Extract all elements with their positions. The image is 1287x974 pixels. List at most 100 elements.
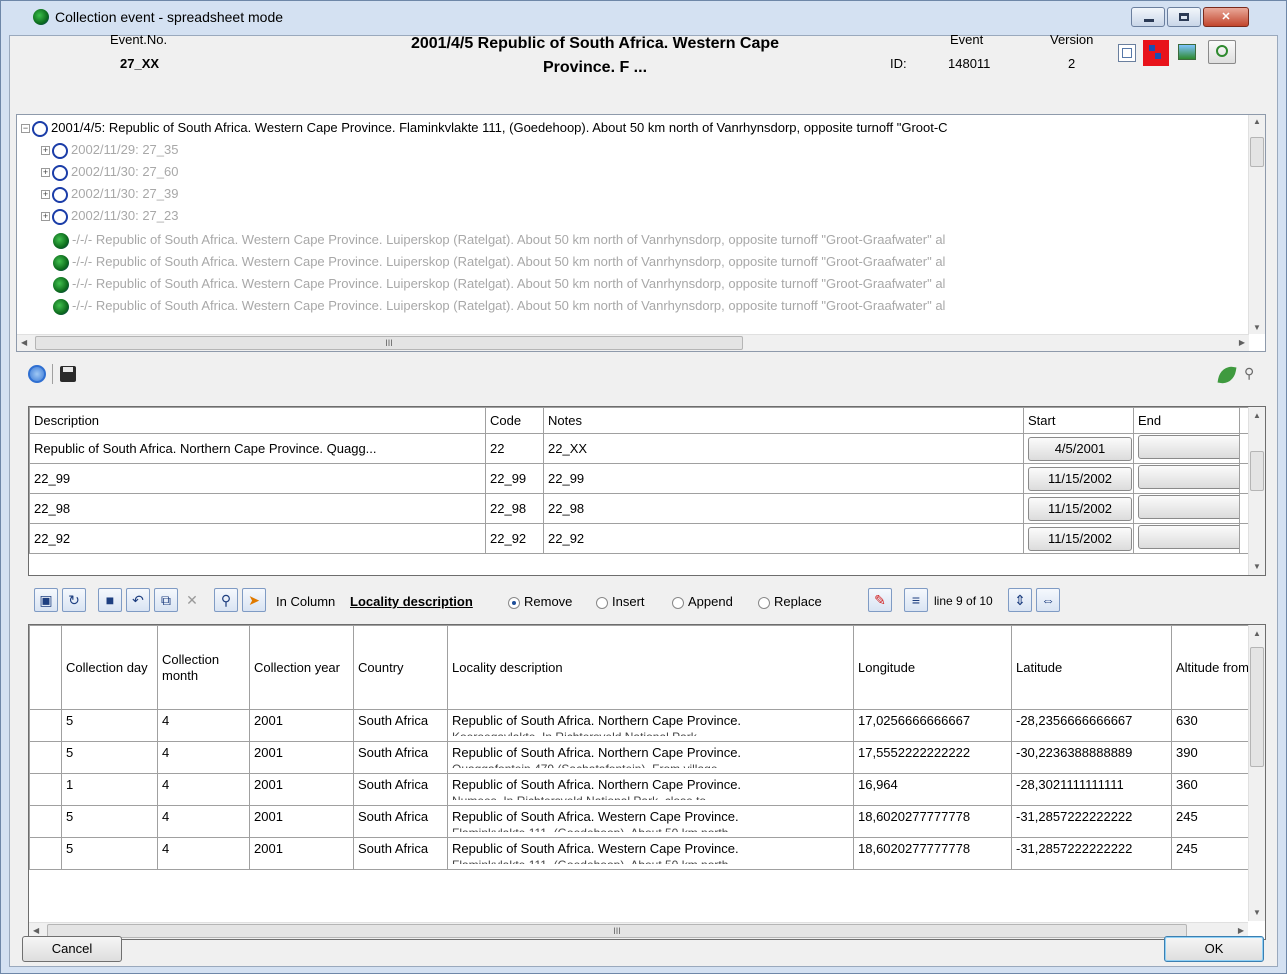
cell-latitude[interactable]: -31,2857222222222	[1011, 837, 1172, 870]
col-collection-day[interactable]: Collection day	[61, 625, 158, 710]
cell-locality[interactable]: Republic of South Africa. Northern Cape …	[447, 773, 854, 806]
cell-notes[interactable]: 22_92	[543, 523, 1024, 554]
cell-locality[interactable]: Republic of South Africa. Northern Cape …	[447, 709, 854, 742]
col-notes[interactable]: Notes	[543, 407, 1024, 434]
start-date-button[interactable]: 11/15/2002	[1028, 466, 1132, 491]
cell-country[interactable]: South Africa	[353, 837, 448, 870]
spreadsheet-horizontal-scrollbar[interactable]: ◀ III ▶	[29, 922, 1248, 939]
scroll-thumb[interactable]	[1250, 451, 1264, 491]
save-all-icon[interactable]: ▣	[34, 588, 58, 612]
tree-child[interactable]: +2002/11/29: 27_35	[41, 139, 178, 161]
cell-start[interactable]: 4/5/2001	[1023, 433, 1134, 464]
cell-latitude[interactable]: -30,2236388888889	[1011, 741, 1172, 774]
row-height-icon[interactable]: ⇕	[1008, 588, 1032, 612]
scroll-right-icon[interactable]: ▶	[1239, 338, 1245, 347]
cell-locality[interactable]: Republic of South Africa. Northern Cape …	[447, 741, 854, 774]
col-description[interactable]: Description	[29, 407, 486, 434]
table-row[interactable]: 22_99 22_99 22_99 11/15/2002	[29, 463, 1250, 494]
scroll-down-icon[interactable]: ▼	[1253, 562, 1261, 571]
tree-child[interactable]: +2002/11/30: 27_39	[41, 183, 178, 205]
radio-insert[interactable]: Insert	[596, 594, 645, 609]
cell-locality[interactable]: Republic of South Africa. Western Cape P…	[447, 805, 854, 838]
cell-year[interactable]: 2001	[249, 709, 354, 742]
table-row[interactable]: Republic of South Africa. Northern Cape …	[29, 433, 1250, 464]
cell-longitude[interactable]: 18,6020277777778	[853, 837, 1012, 870]
scroll-down-icon[interactable]: ▼	[1253, 908, 1261, 917]
cell-day[interactable]: 5	[61, 741, 158, 774]
expand-icon[interactable]: +	[41, 212, 50, 222]
col-latitude[interactable]: Latitude	[1011, 625, 1172, 710]
scroll-thumb[interactable]	[1250, 647, 1264, 767]
expand-icon[interactable]: +	[41, 146, 50, 156]
cell-latitude[interactable]: -31,2857222222222	[1011, 805, 1172, 838]
end-date-button[interactable]	[1138, 465, 1239, 489]
cell-year[interactable]: 2001	[249, 805, 354, 838]
table-row[interactable]: 22_98 22_98 22_98 11/15/2002	[29, 493, 1250, 524]
cell-code[interactable]: 22_99	[485, 463, 544, 494]
col-longitude[interactable]: Longitude	[853, 625, 1012, 710]
row-header[interactable]	[29, 709, 62, 742]
tree-leaf[interactable]: -/-/- Republic of South Africa. Western …	[53, 251, 945, 273]
cell-code[interactable]: 22	[485, 433, 544, 464]
end-date-button[interactable]	[1138, 435, 1239, 459]
scroll-thumb[interactable]: III	[35, 336, 743, 350]
cell-end[interactable]	[1133, 433, 1240, 464]
table-view-icon[interactable]	[1118, 44, 1136, 62]
cell-month[interactable]: 4	[157, 805, 250, 838]
end-date-button[interactable]	[1138, 495, 1239, 519]
table-row[interactable]: 22_92 22_92 22_92 11/15/2002	[29, 523, 1250, 554]
scroll-left-icon[interactable]: ◀	[33, 926, 39, 935]
radio-replace[interactable]: Replace	[758, 594, 822, 609]
event-tree[interactable]: −2001/4/5: Republic of South Africa. Wes…	[16, 114, 1266, 352]
table-row[interactable]: 5 4 2001 South Africa Republic of South …	[29, 805, 1265, 838]
scroll-down-icon[interactable]: ▼	[1253, 323, 1261, 332]
spreadsheet-vertical-scrollbar[interactable]: ▲ ▼	[1248, 625, 1265, 921]
scroll-thumb[interactable]	[1250, 137, 1264, 167]
col-country[interactable]: Country	[353, 625, 448, 710]
cell-longitude[interactable]: 18,6020277777778	[853, 805, 1012, 838]
col-collection-month[interactable]: Collection month	[157, 625, 250, 710]
cell-start[interactable]: 11/15/2002	[1023, 493, 1134, 524]
cell-description[interactable]: Republic of South Africa. Northern Cape …	[29, 433, 486, 464]
scroll-up-icon[interactable]: ▲	[1253, 629, 1261, 638]
cell-month[interactable]: 4	[157, 837, 250, 870]
cell-country[interactable]: South Africa	[353, 709, 448, 742]
tree-leaf[interactable]: -/-/- Republic of South Africa. Western …	[53, 273, 945, 295]
col-collection-year[interactable]: Collection year	[249, 625, 354, 710]
leaf-icon[interactable]	[1217, 364, 1237, 386]
image-icon[interactable]	[1178, 44, 1196, 60]
cell-end[interactable]	[1133, 493, 1240, 524]
delete-icon[interactable]: ✕	[180, 588, 204, 612]
cell-longitude[interactable]: 17,5552222222222	[853, 741, 1012, 774]
row-position-icon[interactable]: ≡	[904, 588, 928, 612]
cell-end[interactable]	[1133, 463, 1240, 494]
export-icon[interactable]: ➤	[242, 588, 266, 612]
col-code[interactable]: Code	[485, 407, 544, 434]
start-date-button[interactable]: 11/15/2002	[1028, 496, 1132, 521]
cell-longitude[interactable]: 16,964	[853, 773, 1012, 806]
radio-remove[interactable]: Remove	[508, 594, 572, 609]
minimize-button[interactable]	[1131, 7, 1165, 27]
table-row[interactable]: 5 4 2001 South Africa Republic of South …	[29, 709, 1265, 742]
collapse-icon[interactable]: −	[21, 124, 30, 134]
cell-month[interactable]: 4	[157, 773, 250, 806]
row-header[interactable]	[29, 837, 62, 870]
find-icon[interactable]: ⚲	[214, 588, 238, 612]
cell-country[interactable]: South Africa	[353, 773, 448, 806]
series-grid[interactable]: Description Code Notes Start End Republi…	[28, 406, 1266, 576]
cell-code[interactable]: 22_98	[485, 493, 544, 524]
tree-horizontal-scrollbar[interactable]: ◀ III ▶	[17, 334, 1249, 351]
cell-latitude[interactable]: -28,2356666666667	[1011, 709, 1172, 742]
cell-year[interactable]: 2001	[249, 741, 354, 774]
column-selector[interactable]: Locality description	[350, 594, 473, 609]
cell-notes[interactable]: 22_XX	[543, 433, 1024, 464]
cell-day[interactable]: 5	[61, 805, 158, 838]
cell-month[interactable]: 4	[157, 741, 250, 774]
refresh-icon[interactable]: ↻	[62, 588, 86, 612]
end-date-button[interactable]	[1138, 525, 1239, 549]
radio-append[interactable]: Append	[672, 594, 733, 609]
col-end[interactable]: End	[1133, 407, 1240, 434]
scroll-up-icon[interactable]: ▲	[1253, 411, 1261, 420]
cell-code[interactable]: 22_92	[485, 523, 544, 554]
cell-day[interactable]: 1	[61, 773, 158, 806]
